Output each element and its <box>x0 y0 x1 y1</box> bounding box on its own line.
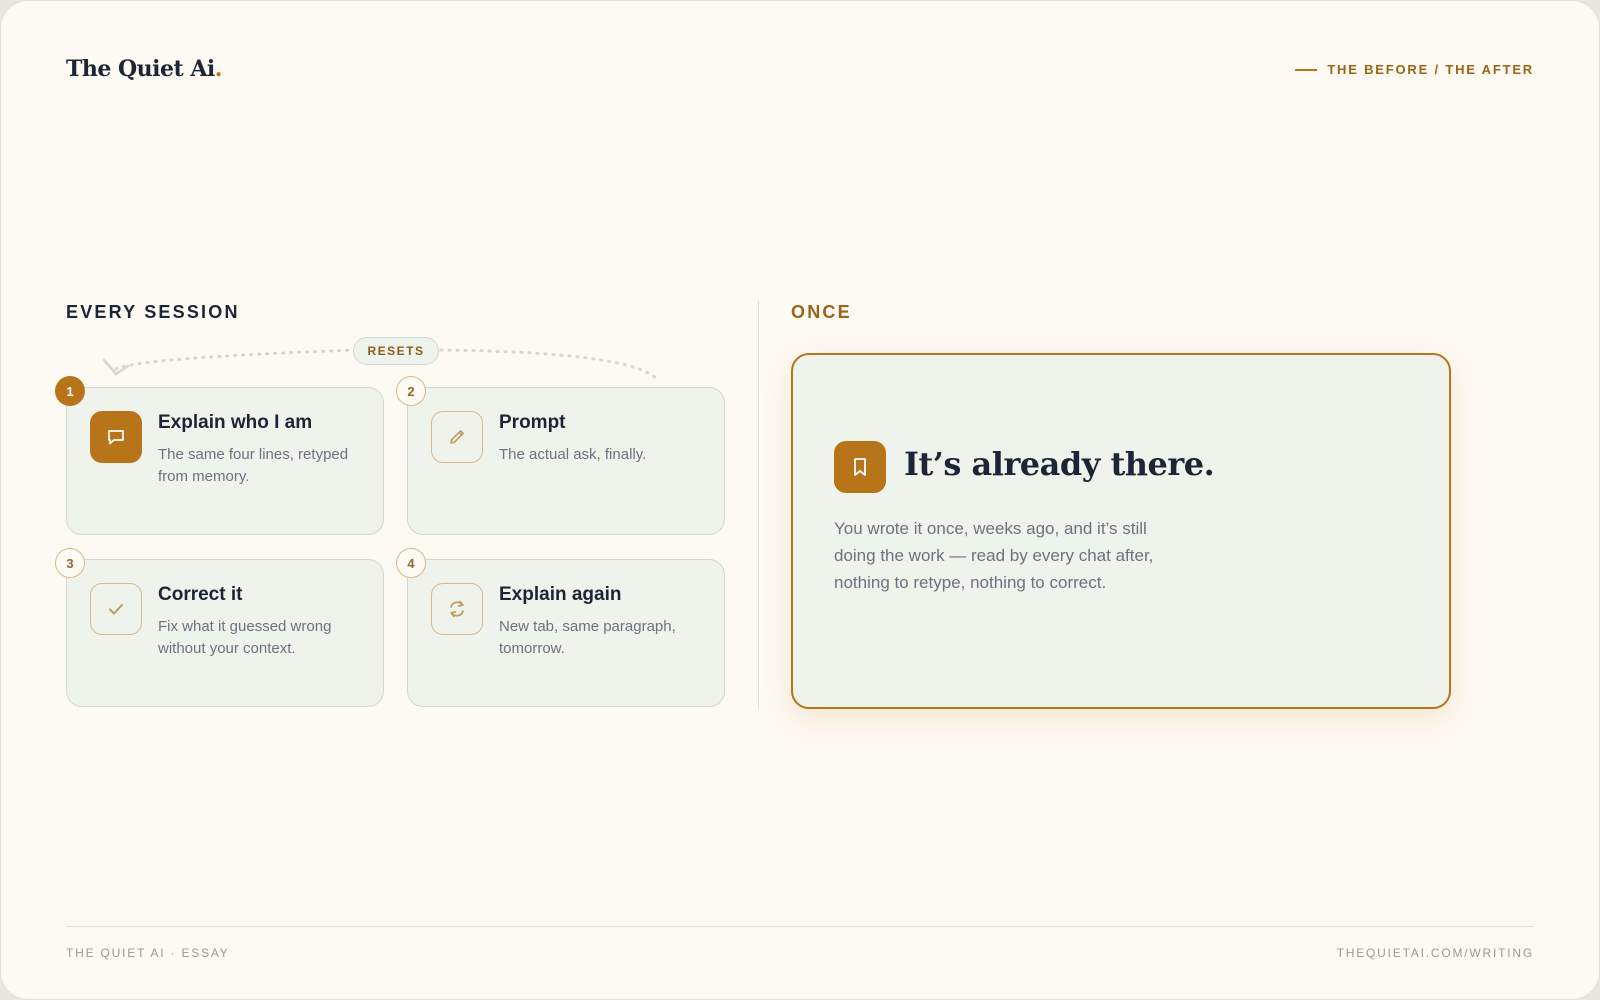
bookmark-icon <box>834 441 886 493</box>
chat-bubble-icon <box>90 411 142 463</box>
after-body: You wrote it once, weeks ago, and it’s s… <box>834 519 1154 592</box>
slide: The Quiet Ai. THE BEFORE / THE AFTER EVE… <box>0 0 1600 1000</box>
footer-rule <box>66 926 1534 927</box>
section-divider <box>758 301 759 709</box>
after-label: ONCE <box>791 302 852 322</box>
step-number-badge: 2 <box>396 376 426 406</box>
after-panel: It’s already there. You wrote it once, w… <box>791 353 1451 709</box>
step-number-badge: 3 <box>55 548 85 578</box>
step-description: The same four lines, retyped from memory… <box>158 446 349 485</box>
step-description: Fix what it guessed wrong without your c… <box>158 618 332 657</box>
footer-url: THEQUIETAI.COM/WRITING <box>1336 946 1534 960</box>
brand-name: The Quiet Ai <box>66 56 215 82</box>
refresh-icon <box>431 583 483 635</box>
step-title: Explain again <box>499 584 622 605</box>
checkmark-icon <box>90 583 142 635</box>
kicker: THE BEFORE / THE AFTER <box>1295 62 1534 77</box>
step-number-badge: 1 <box>55 376 85 406</box>
pencil-icon <box>431 411 483 463</box>
before-label: EVERY SESSION <box>66 302 240 322</box>
footer-essay-label: THE QUIET AI · ESSAY <box>66 946 230 960</box>
step-number-badge: 4 <box>396 548 426 578</box>
step-title: Correct it <box>158 584 243 605</box>
step-description: The actual ask, finally. <box>499 446 647 463</box>
step-card-explain-again: 4 Explain again New tab, same paragraph,… <box>396 548 725 707</box>
step-title: Prompt <box>499 412 566 433</box>
step-card-correct-it: 3 Correct it Fix what it guessed wrong w… <box>55 548 384 707</box>
step-description: New tab, same paragraph, tomorrow. <box>499 618 676 657</box>
resets-badge: RESETS <box>353 337 439 365</box>
step-title: Explain who I am <box>158 412 313 433</box>
kicker-rule <box>1295 68 1318 71</box>
after-title: It’s already there. <box>904 445 1215 483</box>
step-card-explain-who-i-am: 1 Explain who I am The same four lines, … <box>55 376 384 535</box>
step-card-prompt: 2 Prompt The actual ask, finally. <box>396 376 725 535</box>
brand-logo: The Quiet Ai. <box>66 56 222 82</box>
brand-dot: . <box>214 56 223 82</box>
kicker-text: THE BEFORE / THE AFTER <box>1327 62 1534 77</box>
